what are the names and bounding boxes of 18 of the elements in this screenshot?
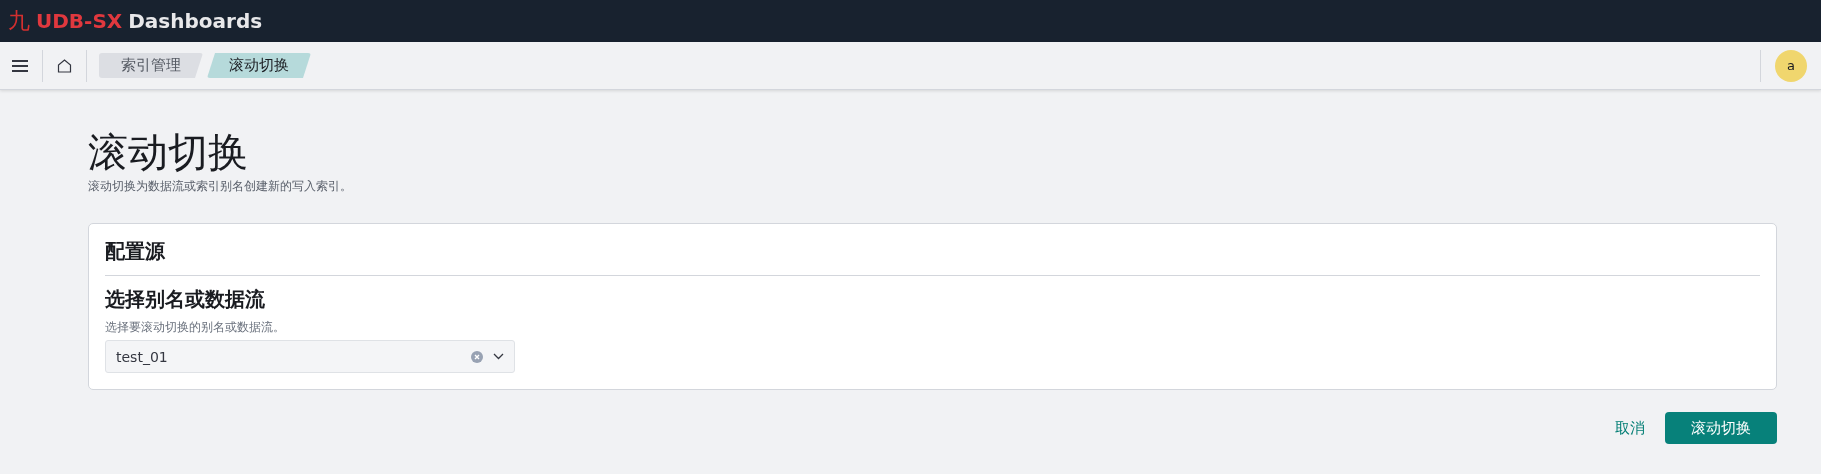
user-avatar[interactable]: a	[1775, 49, 1807, 82]
brand-name: UDB-SX	[36, 9, 123, 33]
help-text: 选择要滚动切换的别名或数据流。	[105, 319, 286, 336]
page-description: 滚动切换为数据流或索引别名创建新的写入索引。	[88, 178, 353, 195]
section-title: 选择别名或数据流	[105, 286, 266, 313]
logo-mark: 九	[8, 7, 30, 35]
rollover-button[interactable]: 滚动切换	[1665, 412, 1777, 444]
alias-select[interactable]: test_01	[105, 340, 515, 373]
breadcrumb[interactable]: 索引管理	[99, 53, 203, 78]
page-title: 滚动切换	[88, 130, 249, 174]
home-icon[interactable]	[57, 58, 72, 73]
cancel-link[interactable]: 取消	[1615, 418, 1645, 438]
clear-icon[interactable]	[471, 350, 483, 363]
breadcrumb[interactable]: 滚动切换	[207, 53, 311, 78]
chevron-down-icon[interactable]	[493, 353, 504, 360]
product-name: Dashboards	[128, 9, 263, 33]
panel-title: 配置源	[105, 238, 166, 265]
menu-icon[interactable]	[12, 59, 28, 72]
